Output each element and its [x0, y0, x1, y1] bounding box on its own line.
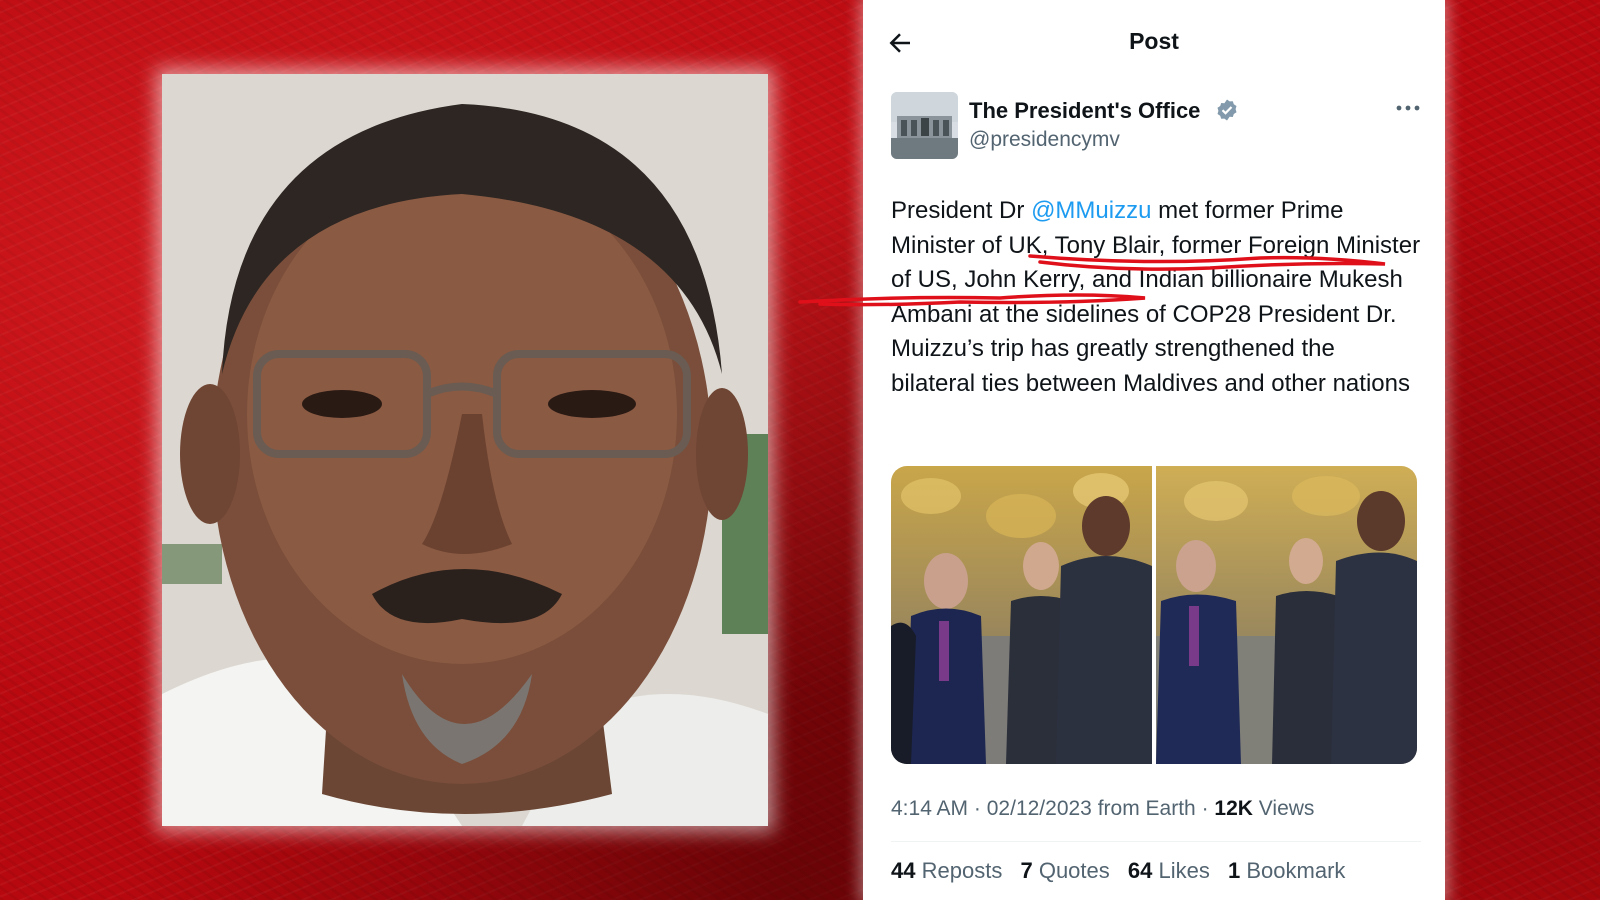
- tweet-photo-2[interactable]: [1156, 466, 1417, 764]
- author-name[interactable]: The President's Office: [969, 98, 1200, 124]
- reposts-count: 44: [891, 858, 916, 883]
- views-count: 12K: [1214, 797, 1253, 820]
- tweet-date[interactable]: 02/12/2023: [987, 797, 1092, 820]
- quotes-label: Quotes: [1038, 858, 1110, 883]
- tweet-meta: 4:14 AM · 02/12/2023 from Earth · 12K Vi…: [891, 797, 1314, 821]
- bookmarks-count: 1: [1227, 858, 1241, 883]
- tweet-card: Post The President's Office @presidencym…: [863, 0, 1445, 900]
- mention-link[interactable]: @MMuizzu: [1031, 197, 1151, 224]
- avatar[interactable]: [891, 92, 958, 159]
- likes-stat[interactable]: 64 Likes: [1128, 858, 1210, 883]
- reposts-stat[interactable]: 44 Reposts: [891, 858, 1002, 883]
- tweet-source: from Earth: [1097, 797, 1196, 820]
- meta-separator: ·: [1201, 797, 1209, 820]
- tweet-text-start: President Dr: [891, 197, 1032, 224]
- tweet-photo-1[interactable]: [891, 466, 1152, 764]
- divider: [891, 841, 1421, 842]
- views-label: Views: [1258, 797, 1315, 820]
- tweet-media: [891, 466, 1417, 764]
- portrait-photo: [162, 74, 768, 826]
- tweet-text: President Dr @MMuizzu met former Prime M…: [891, 194, 1421, 401]
- tweet-text-rest: met former Prime Minister of UK, Tony Bl…: [891, 197, 1421, 397]
- tweet-stats: 44 Reposts 7 Quotes 64 Likes 1 Bookmark: [891, 858, 1357, 884]
- quotes-count: 7: [1020, 858, 1033, 883]
- tweet-time[interactable]: 4:14 AM: [891, 797, 968, 820]
- tweet-author: The President's Office @presidencymv: [891, 92, 1421, 162]
- author-handle[interactable]: @presidencymv: [969, 128, 1120, 152]
- reposts-label: Reposts: [921, 858, 1003, 883]
- post-header: Post: [863, 0, 1445, 86]
- quotes-stat[interactable]: 7 Quotes: [1020, 858, 1109, 883]
- likes-label: Likes: [1158, 858, 1210, 883]
- likes-count: 64: [1127, 858, 1153, 883]
- verified-badge-icon: [1217, 99, 1237, 121]
- meta-separator: ·: [973, 797, 981, 820]
- more-dots-icon[interactable]: [1395, 102, 1421, 114]
- bookmarks-stat[interactable]: 1 Bookmark: [1228, 858, 1345, 883]
- bookmarks-label: Bookmark: [1246, 858, 1346, 883]
- page-title: Post: [1129, 28, 1179, 54]
